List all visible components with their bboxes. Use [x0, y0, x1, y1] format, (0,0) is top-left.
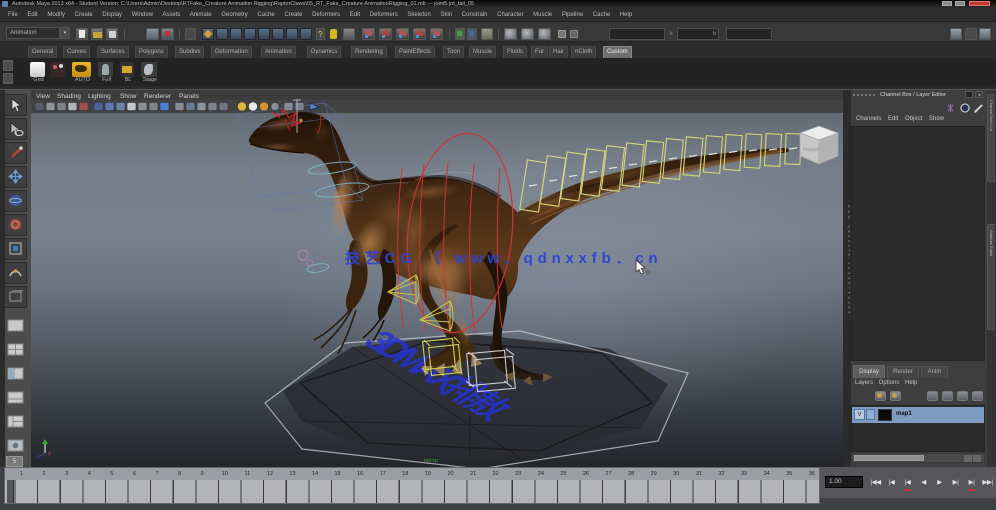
svg-text:Renderer: Renderer [144, 93, 172, 100]
svg-text:FRONT: FRONT [803, 147, 819, 153]
svg-text:Panels: Panels [179, 93, 200, 100]
svg-text:Lighting: Lighting [88, 93, 111, 100]
svg-text:persp: persp [424, 458, 438, 464]
svg-text:Show: Show [120, 93, 137, 100]
svg-text:Shading: Shading [57, 93, 81, 100]
svg-text:x: x [48, 451, 51, 457]
svg-text:View: View [36, 93, 50, 100]
svg-text:技艺CG （ www．qdnxxfb．cn: 技艺CG （ www．qdnxxfb．cn [345, 249, 662, 267]
